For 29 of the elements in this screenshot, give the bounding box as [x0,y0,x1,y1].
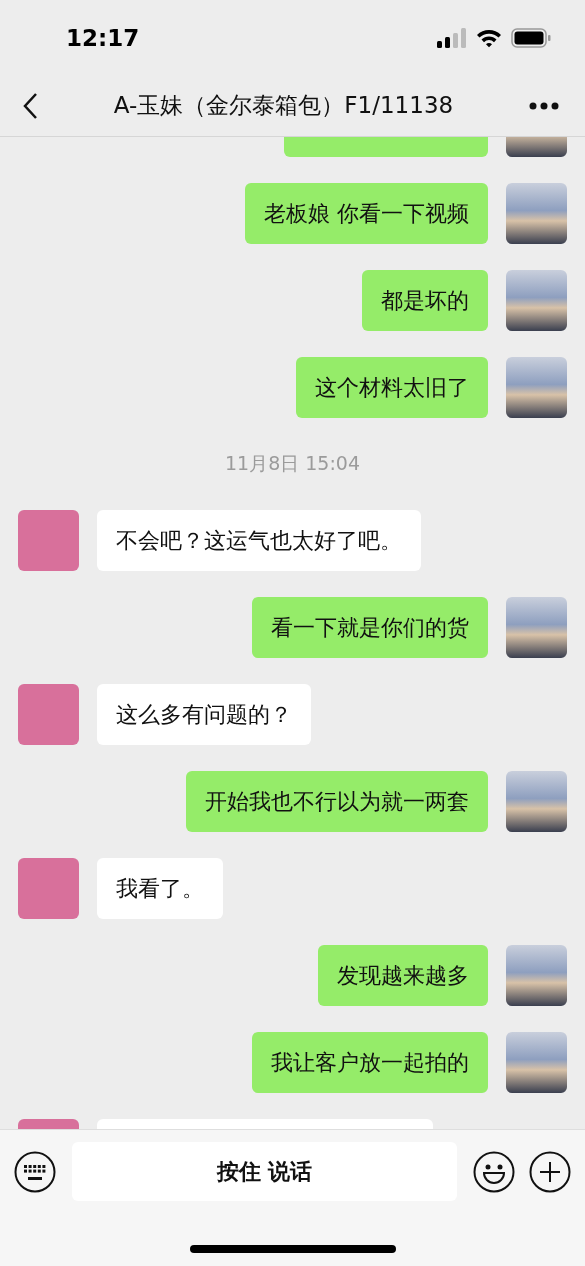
avatar-photo[interactable] [506,597,567,658]
timestamp: 11月8日 15:04 [224,451,361,476]
message-bubble: 看一下就是你们的货 [252,597,488,658]
avatar-photo[interactable] [506,1032,567,1093]
message-bubble: 不会吧？这运气也太好了吧。 [97,510,421,571]
wifi-icon [476,27,502,48]
avatar-photo[interactable] [506,945,567,1006]
more-icon[interactable] [529,101,559,110]
emoji-icon[interactable] [473,1150,515,1193]
avatar-photo[interactable] [506,270,567,331]
message-bubble: 发现越来越多 [318,945,488,1006]
message-bubble: 这么多有问题的？ [97,684,311,745]
chat-title: A-玉妹（金尔泰箱包）F1/11138 [113,91,454,120]
avatar-photo[interactable] [506,771,567,832]
message-bubble: 我看了。 [97,858,223,919]
message-bubble: 开始我也不行以为就一两套 [186,771,488,832]
battery-icon [511,27,551,48]
message-bubble: 这个材料太旧了 [296,357,488,418]
avatar-photo[interactable] [506,357,567,418]
message-bubble: 我让客户放一起拍的 [252,1032,488,1093]
plus-icon[interactable] [529,1150,571,1193]
hold-to-talk-button[interactable]: 按住 说话 [72,1142,457,1201]
keyboard-icon[interactable] [14,1150,56,1193]
message-bubble: 老板娘 你看一下视频 [245,183,488,244]
message-bubble: 都是坏的 [362,270,488,331]
status-time: 12:17 [66,24,140,51]
back-icon[interactable] [22,91,38,120]
signal-icon [437,27,467,48]
avatar-photo[interactable] [506,183,567,244]
